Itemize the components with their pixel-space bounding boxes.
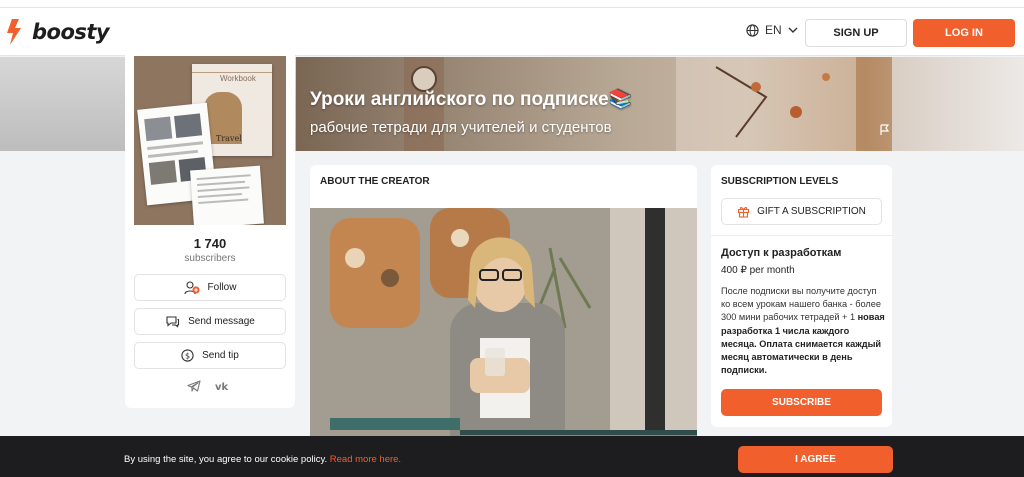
subscribers-label: subscribers [184,253,236,264]
gift-icon [738,207,750,218]
avatar-worksheet-2 [190,165,264,225]
subscribers-count: 1 740 [193,236,227,251]
avatar-travel-text: Travel [216,134,242,143]
about-creator-card: ABOUT THE CREATOR [310,165,697,465]
cookie-text: By using the site, you agree to our cook… [124,454,401,465]
creator-photo-illustration [310,208,697,465]
svg-text:vk: vk [215,382,229,391]
send-tip-button[interactable]: $ Send tip [134,342,286,369]
follow-icon [183,280,200,294]
social-links: vk [187,380,231,392]
page-subtitle: рабочие тетради для учителей и студентов [310,119,612,136]
avatar-workbook-text: Workbook [220,74,256,83]
follow-label: Follow [207,282,237,293]
svg-text:$: $ [185,351,190,360]
tier-description: После подписки вы получите доступ ко все… [721,285,885,377]
cookie-read-more-link[interactable]: Read more here. [330,454,401,465]
cookie-banner: By using the site, you agree to our cook… [0,436,1024,477]
send-tip-label: Send tip [202,350,239,361]
telegram-icon[interactable] [187,380,201,392]
subscribe-button[interactable]: SUBSCRIBE [721,389,882,416]
gift-subscription-button[interactable]: GIFT A SUBSCRIPTION [721,198,882,225]
log-in-button[interactable]: LOG IN [913,19,1015,47]
tip-coin-icon: $ [181,349,194,362]
globe-icon [746,23,759,37]
send-message-button[interactable]: Send message [134,308,286,335]
report-flag-icon[interactable] [880,124,890,136]
language-selector[interactable]: EN [746,23,798,37]
page-title: Уроки английского по подписке📚 [310,89,633,110]
boosty-logo-icon [7,19,21,45]
creator-profile-card: Workbook Travel 1 740 subscribers Follow… [125,50,295,408]
site-header: boosty EN SIGN UP LOG IN [0,8,1024,56]
creator-avatar: Workbook Travel [134,56,286,225]
subscription-levels-card: SUBSCRIPTION LEVELS GIFT A SUBSCRIPTION … [711,165,892,427]
gift-subscription-label: GIFT A SUBSCRIPTION [757,206,866,217]
boosty-logo[interactable]: boosty [4,18,110,46]
subscription-levels-heading: SUBSCRIPTION LEVELS [721,176,839,187]
tier-price: 400 ₽ per month [721,265,795,276]
browser-top-strip [0,0,1024,8]
cover-right-image [892,57,1024,151]
creator-photo [310,208,697,465]
chevron-down-icon [788,27,798,33]
cookie-policy-text: By using the site, you agree to our cook… [124,454,330,465]
about-creator-heading: ABOUT THE CREATOR [320,176,430,187]
tier-title: Доступ к разработкам [721,247,842,259]
logo-text: boosty [32,20,110,44]
message-icon [166,316,180,328]
cookie-agree-button[interactable]: I AGREE [738,446,893,473]
divider [711,235,892,236]
follow-button[interactable]: Follow [134,274,286,301]
sign-up-button[interactable]: SIGN UP [805,19,907,47]
language-label: EN [765,23,782,37]
vk-icon[interactable]: vk [215,381,231,391]
send-message-label: Send message [188,316,255,327]
